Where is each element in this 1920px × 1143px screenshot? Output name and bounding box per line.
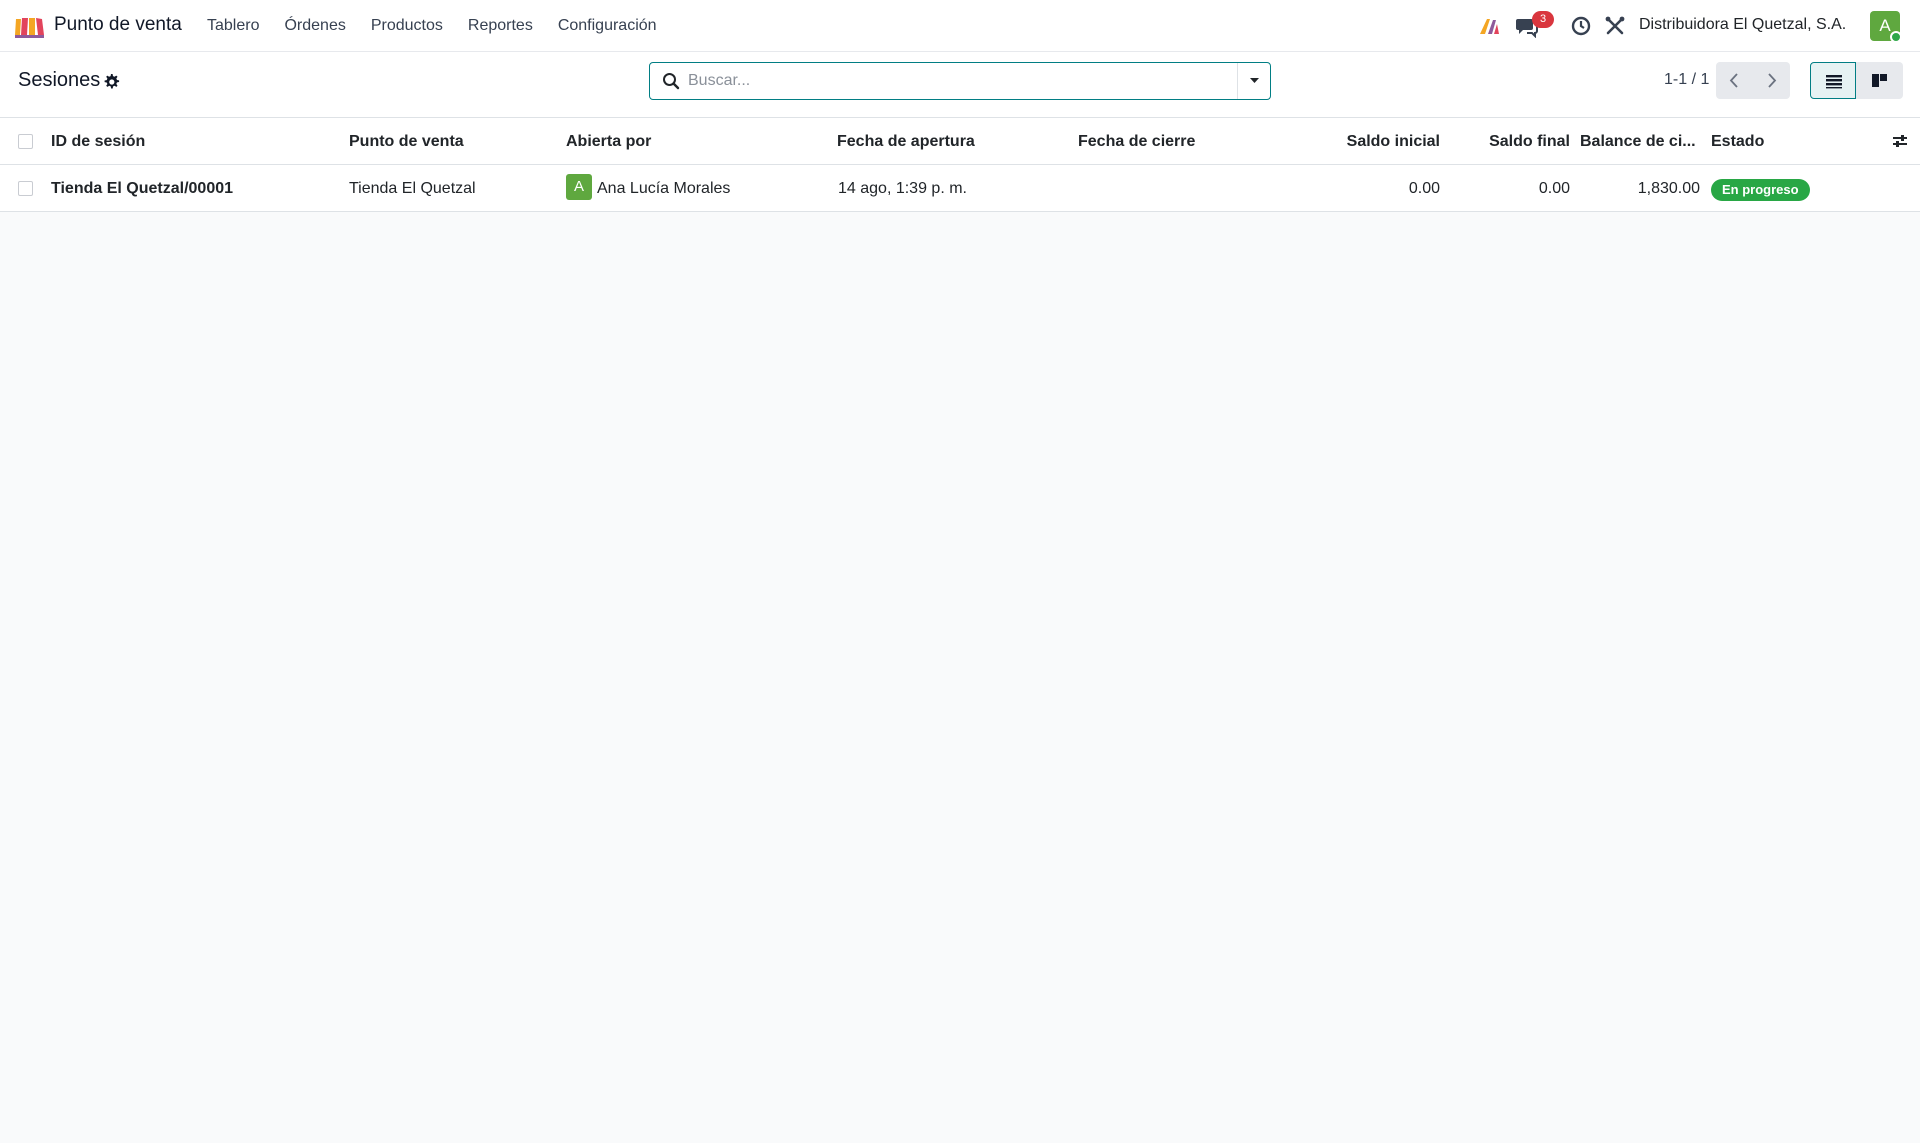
column-header-close-difference[interactable]: Balance de ci...: [1580, 118, 1700, 165]
search-box: [649, 62, 1271, 100]
column-header-pos[interactable]: Punto de venta: [349, 118, 549, 165]
messages-badge: 3: [1532, 11, 1554, 28]
open-date-cell: 14 ago, 1:39 p. m.: [838, 180, 967, 197]
chevron-right-icon: [1768, 73, 1777, 88]
app-name[interactable]: Punto de venta: [54, 14, 182, 36]
optional-columns-toggle-icon[interactable]: [1890, 131, 1910, 151]
pager-buttons: [1716, 62, 1790, 99]
menu-item-productos[interactable]: Productos: [371, 17, 443, 35]
menu-item-reportes[interactable]: Reportes: [468, 17, 533, 35]
main-menu: Tablero Órdenes Productos Reportes Confi…: [207, 0, 682, 52]
top-navbar: Punto de venta Tablero Órdenes Productos…: [0, 0, 1920, 52]
pos-app-logo-icon[interactable]: [14, 13, 45, 39]
sessions-table: ID de sesión Punto de venta Abierta por …: [0, 118, 1920, 212]
kanban-view-button[interactable]: [1856, 62, 1903, 99]
page-title: Sesiones: [18, 69, 101, 91]
search-options-toggle[interactable]: [1237, 63, 1270, 99]
gear-icon[interactable]: [101, 72, 121, 92]
close-date-cell: [1078, 165, 1278, 212]
view-switcher: [1810, 62, 1903, 99]
pager-previous-button[interactable]: [1716, 62, 1753, 99]
pos-cell: Tienda El Quetzal: [349, 180, 476, 197]
activity-clock-icon[interactable]: [1569, 14, 1593, 38]
column-header-opening-balance[interactable]: Saldo inicial: [1300, 118, 1440, 165]
column-header-session-id[interactable]: ID de sesión: [51, 118, 331, 165]
table-header: ID de sesión Punto de venta Abierta por …: [0, 118, 1920, 165]
user-online-status: [1890, 31, 1902, 43]
search-icon: [663, 73, 680, 90]
ai-assistant-icon[interactable]: [1477, 14, 1501, 38]
table-row[interactable]: Tienda El Quetzal/00001 Tienda El Quetza…: [0, 165, 1920, 212]
menu-item-ordenes[interactable]: Órdenes: [284, 17, 345, 35]
list-view-button[interactable]: [1810, 62, 1856, 99]
close-difference-cell: 1,830.00: [1637, 180, 1700, 197]
select-all-checkbox[interactable]: [18, 134, 33, 149]
menu-item-configuracion[interactable]: Configuración: [558, 17, 657, 35]
control-panel: Sesiones 1-1 / 1: [0, 52, 1920, 118]
column-header-opened-by[interactable]: Abierta por: [566, 118, 816, 165]
opened-by-cell: A Ana Lucía Morales: [566, 165, 826, 212]
opened-by-name: Ana Lucía Morales: [597, 180, 731, 197]
pager-next-button[interactable]: [1753, 62, 1790, 99]
closing-balance-cell: 0.00: [1538, 180, 1570, 197]
opening-balance-cell: 0.00: [1408, 180, 1440, 197]
status-badge: En progreso: [1711, 179, 1810, 201]
company-switcher[interactable]: Distribuidora El Quetzal, S.A.: [1639, 16, 1846, 34]
column-header-close-date[interactable]: Fecha de cierre: [1078, 118, 1278, 165]
column-header-status[interactable]: Estado: [1711, 118, 1861, 165]
chevron-left-icon: [1729, 73, 1738, 88]
debug-tools-icon[interactable]: [1603, 14, 1627, 38]
kanban-view-icon: [1872, 74, 1887, 87]
column-header-closing-balance[interactable]: Saldo final: [1450, 118, 1570, 165]
list-view-icon: [1826, 75, 1842, 89]
menu-item-tablero[interactable]: Tablero: [207, 17, 259, 35]
opened-by-avatar[interactable]: A: [566, 173, 592, 200]
session-id-cell: Tienda El Quetzal/00001: [51, 180, 234, 197]
row-checkbox[interactable]: [18, 181, 33, 196]
caret-down-icon: [1250, 78, 1259, 83]
pager-value[interactable]: 1-1 / 1: [1664, 71, 1709, 89]
column-header-open-date[interactable]: Fecha de apertura: [837, 118, 1057, 165]
search-input[interactable]: [686, 64, 1234, 98]
